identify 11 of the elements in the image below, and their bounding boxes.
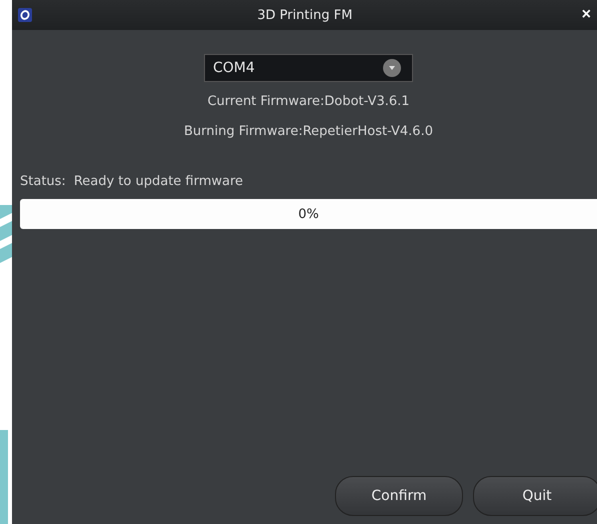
current-firmware-label: Current Firmware:Dobot-V3.6.1 bbox=[207, 94, 410, 111]
app-logo-icon bbox=[18, 8, 32, 22]
quit-button[interactable]: Quit bbox=[473, 476, 597, 516]
port-dropdown[interactable]: COM4 bbox=[204, 54, 413, 82]
burning-firmware-label: Burning Firmware:RepetierHost-V4.6.0 bbox=[184, 124, 433, 141]
status-text: Ready to update firmware bbox=[74, 174, 244, 189]
status-label: Status: bbox=[20, 174, 66, 189]
window-title: 3D Printing FM bbox=[256, 8, 354, 22]
confirm-button[interactable]: Confirm bbox=[335, 476, 463, 516]
progress-reading: 0% bbox=[298, 206, 319, 222]
close-button[interactable]: × bbox=[578, 6, 595, 24]
